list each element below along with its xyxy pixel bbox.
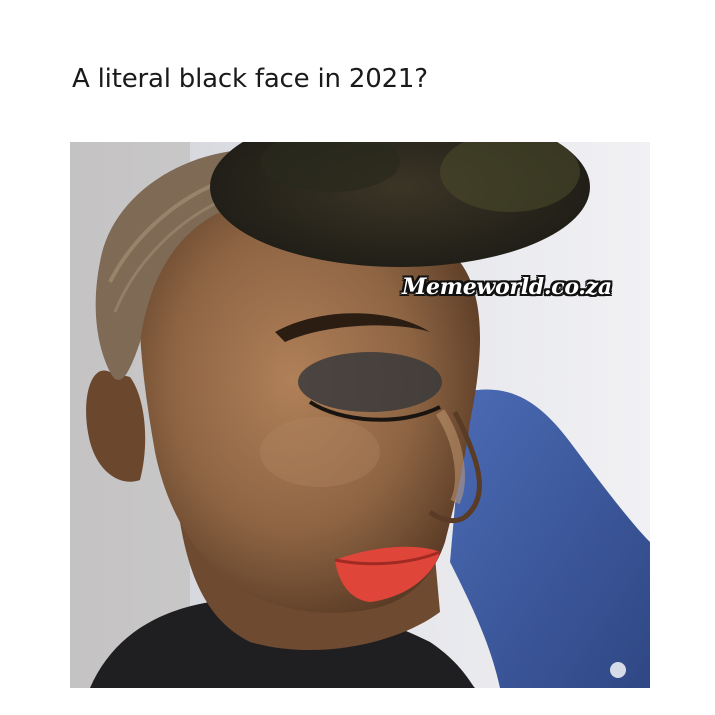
- meme-post: A literal black face in 2021? Memeworld.…: [0, 0, 715, 715]
- watermark-text: Memeworld.co.za: [402, 274, 612, 300]
- app-icon: [610, 662, 626, 678]
- photo-illustration: [70, 142, 650, 688]
- meme-caption: A literal black face in 2021?: [72, 64, 428, 94]
- meme-photo: [70, 142, 650, 688]
- eyeshadow: [298, 352, 442, 412]
